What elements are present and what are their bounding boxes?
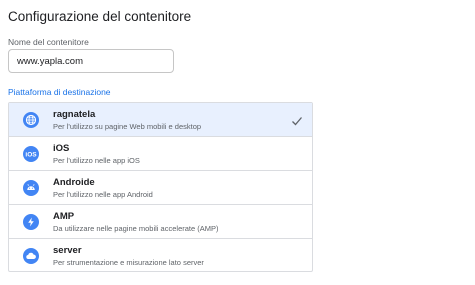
platform-name: server xyxy=(53,245,82,256)
svg-text:iOS: iOS xyxy=(25,152,37,159)
platform-name: Androide xyxy=(53,177,95,188)
platform-option-web[interactable]: ragnatela Per l'utilizzo su pagine Web m… xyxy=(9,103,312,137)
platform-option-android[interactable]: Androide Per l'utilizzo nelle app Androi… xyxy=(9,171,312,205)
target-platform-label: Piattaforma di destinazione xyxy=(8,87,111,97)
platform-name: iOS xyxy=(53,143,70,154)
platform-description: Per l'utilizzo nelle app Android xyxy=(53,190,153,199)
check-icon xyxy=(291,114,303,132)
platform-description: Per strumentazione e misurazione lato se… xyxy=(53,258,204,267)
page-title: Configurazione del contenitore xyxy=(8,9,192,24)
ios-icon: iOS xyxy=(23,146,39,162)
android-icon xyxy=(23,180,39,196)
container-name-input[interactable] xyxy=(8,49,174,73)
globe-icon xyxy=(23,112,39,128)
platform-option-server[interactable]: server Per strumentazione e misurazione … xyxy=(9,239,312,273)
platform-name: ragnatela xyxy=(53,109,96,120)
container-name-label: Nome del contenitore xyxy=(8,37,89,47)
platform-description: Per l'utilizzo nelle app iOS xyxy=(53,156,140,165)
cloud-icon xyxy=(23,248,39,264)
amp-bolt-icon xyxy=(23,214,39,230)
platform-option-amp[interactable]: AMP Da utilizzare nelle pagine mobili ac… xyxy=(9,205,312,239)
platform-list: ragnatela Per l'utilizzo su pagine Web m… xyxy=(8,102,313,272)
platform-description: Per l'utilizzo su pagine Web mobili e de… xyxy=(53,122,202,131)
platform-option-ios[interactable]: iOS iOS Per l'utilizzo nelle app iOS xyxy=(9,137,312,171)
platform-name: AMP xyxy=(53,211,75,222)
platform-description: Da utilizzare nelle pagine mobili accele… xyxy=(53,224,219,233)
